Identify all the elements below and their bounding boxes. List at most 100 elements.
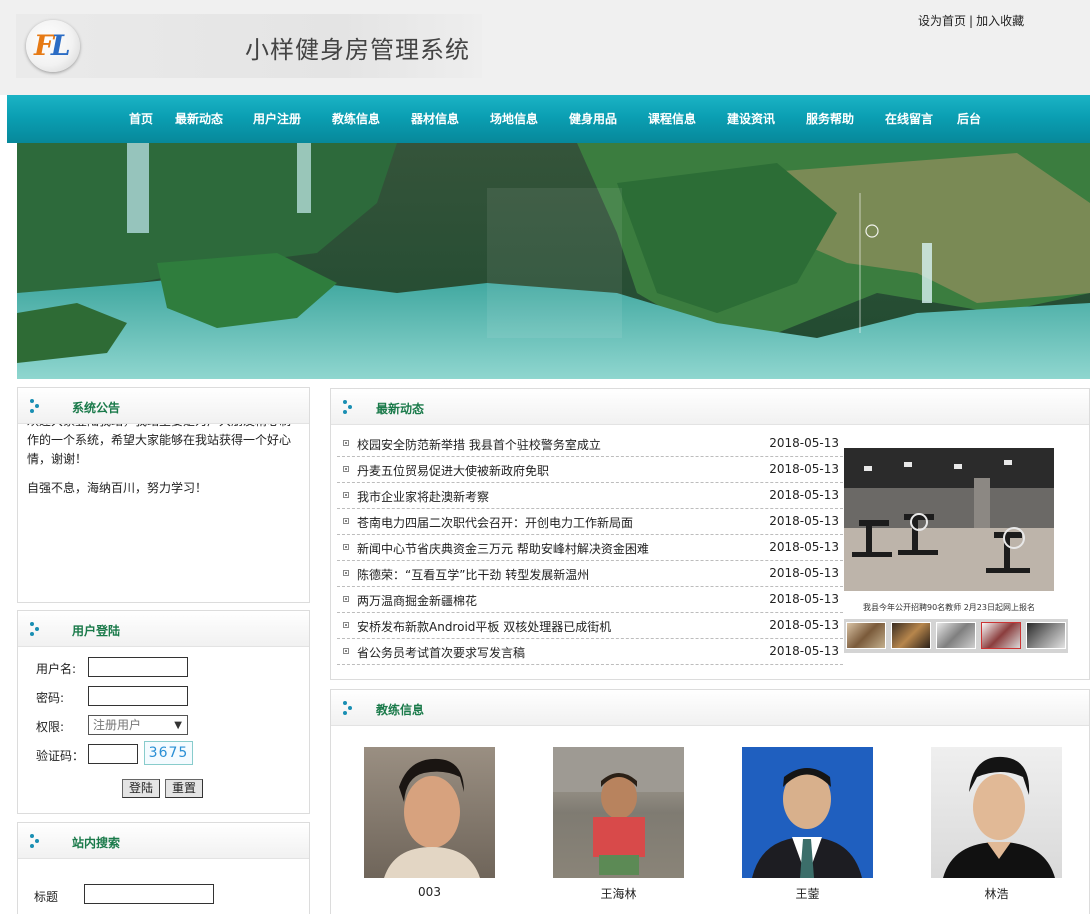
role-select-value: 注册用户 bbox=[93, 718, 142, 732]
notice-paragraph: 欢迎大家登陆我站，我站主要是为广大朋友精心制作的一个系统，希望大家能够在我站获得… bbox=[27, 424, 292, 466]
news-item-date: 2018-05-13 bbox=[769, 644, 839, 658]
site-logo[interactable]: FL bbox=[26, 20, 80, 72]
nav-item-construction-news[interactable]: 建设资讯 bbox=[727, 110, 775, 127]
captcha-label: 验证码： bbox=[36, 749, 85, 763]
news-item-title[interactable]: 我市企业家将赴澳新考察 bbox=[357, 488, 489, 505]
news-item-title[interactable]: 苍南电力四届二次职代会召开：开创电力工作新局面 bbox=[357, 514, 633, 531]
notice-panel: 系统公告 欢迎大家登陆我站，我站主要是为广大朋友精心制作的一个系统，希望大家能够… bbox=[17, 387, 310, 603]
news-slideshow-photo[interactable] bbox=[844, 448, 1054, 591]
nav-item-supplies[interactable]: 健身用品 bbox=[569, 110, 617, 127]
login-title: 用户登陆 bbox=[72, 624, 121, 638]
section-dots-icon bbox=[343, 701, 353, 715]
news-item[interactable]: 安桥发布新款Android平板 双核处理器已成街机 2018-05-13 bbox=[337, 613, 843, 639]
search-title: 站内搜索 bbox=[72, 836, 121, 850]
notice-title: 系统公告 bbox=[72, 401, 121, 415]
news-title: 最新动态 bbox=[376, 402, 425, 416]
news-item-date: 2018-05-13 bbox=[769, 514, 839, 528]
nav-item-register[interactable]: 用户注册 bbox=[253, 110, 301, 127]
news-item-date: 2018-05-13 bbox=[769, 566, 839, 580]
news-item-date: 2018-05-13 bbox=[769, 592, 839, 606]
thumbnail[interactable] bbox=[891, 622, 931, 649]
thumbnail[interactable] bbox=[1026, 622, 1066, 649]
coach-photo[interactable] bbox=[364, 747, 495, 878]
section-dots-icon bbox=[343, 400, 353, 414]
banner-landscape bbox=[17, 143, 1090, 379]
news-item-title[interactable]: 两万温商掘金新疆棉花 bbox=[357, 592, 477, 609]
nav-item-guestbook[interactable]: 在线留言 bbox=[885, 110, 933, 127]
news-item[interactable]: 新闻中心节省庆典资金三万元 帮助安峰村解决资金困难 2018-05-13 bbox=[337, 535, 843, 561]
coach-portrait bbox=[752, 768, 862, 878]
dropdown-arrow-icon: ▼ bbox=[174, 720, 182, 731]
nav-item-news[interactable]: 最新动态 bbox=[175, 110, 223, 127]
coach-name[interactable]: 王海林 bbox=[553, 885, 684, 902]
news-item[interactable]: 苍南电力四届二次职代会召开：开创电力工作新局面 2018-05-13 bbox=[337, 509, 843, 535]
coach-name[interactable]: 王蓥 bbox=[742, 885, 873, 902]
login-button[interactable]: 登陆 bbox=[122, 779, 160, 798]
news-item[interactable]: 我市企业家将赴澳新考察 2018-05-13 bbox=[337, 483, 843, 509]
username-input[interactable] bbox=[88, 657, 188, 677]
reset-button[interactable]: 重置 bbox=[165, 779, 203, 798]
photo-caption: 我县今年公开招聘90名教师 2月23日起网上报名 bbox=[863, 603, 1035, 612]
coach-photo[interactable] bbox=[931, 747, 1062, 878]
news-item[interactable]: 省公务员考试首次要求写发言稿 2018-05-13 bbox=[337, 639, 843, 665]
thumbnail-active[interactable] bbox=[981, 622, 1021, 649]
coach-photo[interactable] bbox=[742, 747, 873, 878]
notice-body: 欢迎大家登陆我站，我站主要是为广大朋友精心制作的一个系统，希望大家能够在我站获得… bbox=[27, 424, 297, 599]
news-item-date: 2018-05-13 bbox=[769, 462, 839, 476]
search-panel: 站内搜索 标题 bbox=[17, 822, 310, 914]
thumbnail[interactable] bbox=[846, 622, 886, 649]
news-item-title[interactable]: 陈德荣：“互看互学”比干劲 转型发展新温州 bbox=[357, 566, 589, 583]
thumbnail-strip bbox=[844, 619, 1068, 653]
nav-item-coaches[interactable]: 教练信息 bbox=[332, 110, 380, 127]
news-item[interactable]: 两万温商掘金新疆棉花 2018-05-13 bbox=[337, 587, 843, 613]
top-links: 设为首页 | 加入收藏 bbox=[918, 12, 1024, 29]
notice-paragraph: 自强不息，海纳百川，努力学习！ bbox=[27, 481, 208, 495]
coach-name[interactable]: 003 bbox=[364, 885, 495, 899]
password-input[interactable] bbox=[88, 686, 188, 706]
site-header: FL 小样健身房管理系统 设为首页 | 加入收藏 bbox=[0, 0, 1090, 95]
role-label: 权限: bbox=[36, 720, 65, 734]
coaches-panel-header: 教练信息 bbox=[331, 690, 1089, 726]
news-item-title[interactable]: 校园安全防范新举措 我县首个驻校警务室成立 bbox=[357, 436, 601, 453]
nav-item-courses[interactable]: 课程信息 bbox=[648, 110, 696, 127]
nav-item-help[interactable]: 服务帮助 bbox=[806, 110, 854, 127]
news-item[interactable]: 陈德荣：“互看互学”比干劲 转型发展新温州 2018-05-13 bbox=[337, 561, 843, 587]
nav-item-equipment[interactable]: 器材信息 bbox=[411, 110, 459, 127]
notice-panel-header: 系统公告 bbox=[18, 388, 309, 424]
news-item[interactable]: 校园安全防范新举措 我县首个驻校警务室成立 2018-05-13 bbox=[337, 431, 843, 457]
news-item-date: 2018-05-13 bbox=[769, 488, 839, 502]
login-panel-header: 用户登陆 bbox=[18, 611, 309, 647]
bullet-icon bbox=[343, 596, 349, 602]
nav-item-home[interactable]: 首页 bbox=[129, 110, 153, 127]
section-dots-icon bbox=[30, 399, 40, 413]
banner-image bbox=[17, 143, 1090, 379]
news-item-title[interactable]: 省公务员考试首次要求写发言稿 bbox=[357, 644, 525, 661]
bullet-icon bbox=[343, 466, 349, 472]
logo-mark-icon: FL bbox=[34, 29, 71, 62]
nav-item-venues[interactable]: 场地信息 bbox=[490, 110, 538, 127]
news-item-date: 2018-05-13 bbox=[769, 540, 839, 554]
news-item[interactable]: 丹麦五位贸易促进大使被新政府免职 2018-05-13 bbox=[337, 457, 843, 483]
username-label: 用户名: bbox=[36, 662, 77, 676]
coach-photo[interactable] bbox=[553, 747, 684, 878]
captcha-input[interactable] bbox=[88, 744, 138, 764]
bullet-icon bbox=[343, 622, 349, 628]
captcha-image[interactable]: 3675 bbox=[144, 741, 193, 765]
add-favorite-link[interactable]: 加入收藏 bbox=[976, 14, 1024, 28]
coach-portrait bbox=[943, 756, 1055, 878]
thumbnail[interactable] bbox=[936, 622, 976, 649]
news-item-title[interactable]: 安桥发布新款Android平板 双核处理器已成街机 bbox=[357, 618, 611, 635]
news-item-title[interactable]: 丹麦五位贸易促进大使被新政府免职 bbox=[357, 462, 549, 479]
news-panel: 最新动态 校园安全防范新举措 我县首个驻校警务室成立 2018-05-13 丹麦五… bbox=[330, 388, 1090, 680]
coach-name[interactable]: 林浩 bbox=[931, 885, 1062, 902]
bullet-icon bbox=[343, 440, 349, 446]
role-select[interactable]: 注册用户 ▼ bbox=[88, 715, 188, 735]
nav-item-admin[interactable]: 后台 bbox=[957, 110, 981, 127]
bullet-icon bbox=[343, 518, 349, 524]
search-input[interactable] bbox=[84, 884, 214, 904]
set-homepage-link[interactable]: 设为首页 bbox=[918, 14, 966, 28]
news-item-date: 2018-05-13 bbox=[769, 436, 839, 450]
news-item-title[interactable]: 新闻中心节省庆典资金三万元 帮助安峰村解决资金困难 bbox=[357, 540, 649, 557]
login-panel: 用户登陆 用户名: 密码: 权限: 注册用户 ▼ 验证码： 3675 登陆 重置 bbox=[17, 610, 310, 814]
news-list: 校园安全防范新举措 我县首个驻校警务室成立 2018-05-13 丹麦五位贸易促进… bbox=[337, 431, 843, 665]
